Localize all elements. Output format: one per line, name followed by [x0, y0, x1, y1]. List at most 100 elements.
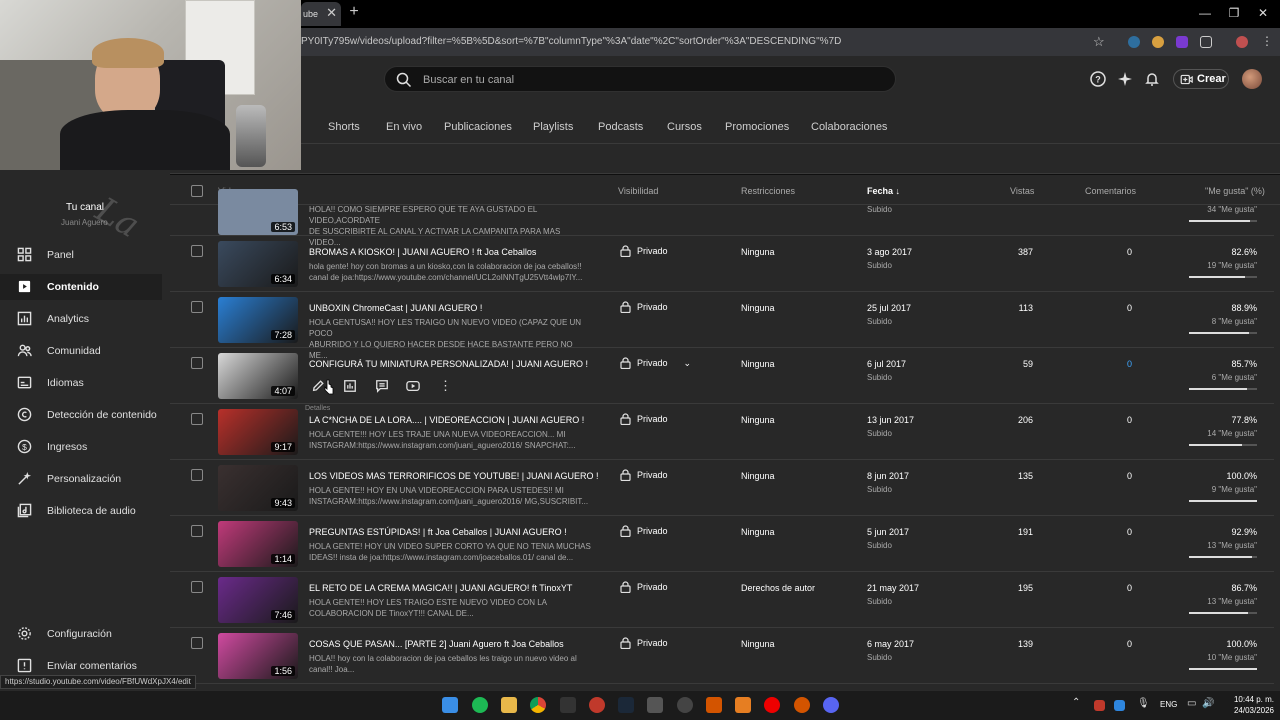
tab-promotions[interactable]: Promociones	[725, 121, 789, 133]
account-avatar[interactable]	[1242, 69, 1262, 89]
column-date[interactable]: Fecha ↓	[867, 186, 900, 196]
url-text[interactable]: PY0ITy795w/videos/upload?filter=%5B%5D&s…	[301, 36, 841, 47]
row-checkbox[interactable]	[191, 357, 203, 369]
extension-icon[interactable]	[1128, 36, 1140, 48]
app-icon[interactable]	[560, 697, 576, 713]
volume-icon[interactable]: 🔊	[1202, 698, 1214, 709]
file-explorer-icon[interactable]	[501, 697, 517, 713]
table-row[interactable]: 6:34 BROMAS A KIOSKO! | JUANI AGUERO ! ft…	[170, 236, 1274, 292]
sidebar-item-panel[interactable]: Panel	[0, 242, 162, 268]
sidebar-item-audio-library[interactable]: Biblioteca de audio	[0, 498, 162, 524]
start-button-icon[interactable]	[442, 697, 458, 713]
column-restrictions[interactable]: Restricciones	[741, 186, 795, 196]
close-window-icon[interactable]: ✕	[1256, 6, 1270, 20]
video-thumbnail[interactable]: 1:56	[218, 633, 298, 679]
tab-playlists[interactable]: Playlists	[533, 121, 573, 133]
video-thumbnail[interactable]: 6:53	[218, 189, 298, 235]
tab-close-icon[interactable]: ✕	[326, 5, 337, 21]
tray-chevron-icon[interactable]: ⌃	[1072, 697, 1080, 708]
sidebar-item-community[interactable]: Comunidad	[0, 338, 162, 364]
tab-live[interactable]: En vivo	[386, 121, 422, 133]
microphone-icon[interactable]: 🎙	[1137, 698, 1150, 709]
steam-icon[interactable]	[618, 697, 634, 713]
video-title[interactable]: PREGUNTAS ESTÚPIDAS! | ft Joa Ceballos |…	[309, 527, 567, 537]
row-checkbox[interactable]	[191, 637, 203, 649]
select-all-checkbox[interactable]	[191, 185, 203, 197]
tray-icon[interactable]	[1114, 700, 1125, 711]
tab-courses[interactable]: Cursos	[667, 121, 702, 133]
app-icon[interactable]	[647, 697, 663, 713]
taskbar-clock[interactable]: 10:44 p. m. 24/03/2026	[1218, 694, 1274, 716]
extensions-puzzle-icon[interactable]	[1200, 36, 1212, 48]
row-checkbox[interactable]	[191, 413, 203, 425]
app-icon[interactable]	[735, 697, 751, 713]
sidebar-item-content[interactable]: Contenido	[0, 274, 162, 300]
row-checkbox[interactable]	[191, 525, 203, 537]
chrome-icon[interactable]	[530, 697, 546, 713]
visibility-cell[interactable]: Privado	[620, 525, 668, 537]
table-row[interactable]: 7:28 UNBOXIN ChromeCast | JUANI AGUERO ! H…	[170, 292, 1274, 360]
video-thumbnail[interactable]: 7:28	[218, 297, 298, 343]
table-row[interactable]: 1:56 COSAS QUE PASAN... [PARTE 2] Juani A…	[170, 628, 1274, 684]
video-thumbnail[interactable]: 1:14	[218, 521, 298, 567]
column-comments[interactable]: Comentarios	[1085, 186, 1136, 196]
video-title[interactable]: CONFIGURÁ TU MINIATURA PERSONALIZADA! | …	[309, 359, 588, 369]
visibility-cell[interactable]: Privado	[620, 637, 668, 649]
help-icon[interactable]: ?	[1090, 71, 1106, 87]
video-title[interactable]: EL RETO DE LA CREMA MAGICA!! | JUANI AGU…	[309, 583, 572, 593]
sidebar-item-settings[interactable]: Configuración	[0, 621, 162, 647]
browser-tab[interactable]: ube ✕	[301, 2, 341, 26]
video-thumbnail[interactable]: 6:34	[218, 241, 298, 287]
video-thumbnail[interactable]: 9:17	[218, 409, 298, 455]
column-likes[interactable]: "Me gusta" (%)	[1205, 186, 1265, 196]
restore-icon[interactable]: ❐	[1227, 6, 1241, 20]
row-checkbox[interactable]	[191, 245, 203, 257]
visibility-cell[interactable]: Privado	[620, 469, 668, 481]
tab-collaborations[interactable]: Colaboraciones	[811, 121, 887, 133]
comments-icon[interactable]	[375, 379, 389, 393]
create-button[interactable]: Crear	[1173, 69, 1229, 89]
tab-posts[interactable]: Publicaciones	[444, 121, 512, 133]
tray-icon[interactable]	[1094, 700, 1105, 711]
visibility-cell[interactable]: Privado	[620, 413, 668, 425]
visibility-dropdown-chevron-icon[interactable]: ⌄	[684, 358, 692, 369]
extension-icon[interactable]	[1152, 36, 1164, 48]
language-indicator[interactable]: ENG	[1160, 700, 1177, 709]
video-title[interactable]: LA C*NCHA DE LA LORA.... | VIDEOREACCION…	[309, 415, 584, 425]
table-row[interactable]: 7:46 EL RETO DE LA CREMA MAGICA!! | JUANI…	[170, 572, 1274, 628]
filter-bar[interactable]	[170, 144, 1280, 174]
video-title[interactable]: LOS VIDEOS MAS TERRORIFICOS DE YOUTUBE! …	[309, 471, 599, 481]
column-views[interactable]: Vistas	[1010, 186, 1034, 196]
table-row[interactable]: 6:53 HOLA!! COMO SIEMPRE ESPERO QUE TE A…	[170, 189, 1274, 247]
visibility-cell[interactable]: Privado	[620, 301, 668, 313]
notifications-bell-icon[interactable]	[1144, 71, 1160, 87]
video-thumbnail[interactable]: 9:43	[218, 465, 298, 511]
row-checkbox[interactable]	[191, 301, 203, 313]
analytics-icon[interactable]	[343, 379, 357, 393]
youtube-view-icon[interactable]	[406, 379, 420, 393]
visibility-cell[interactable]: Privado	[620, 245, 668, 257]
video-thumbnail[interactable]: 7:46	[218, 577, 298, 623]
profile-icon[interactable]	[1236, 36, 1248, 48]
sidebar-item-content-detection[interactable]: Detección de contenido	[0, 402, 162, 428]
extension-icon[interactable]	[1176, 36, 1188, 48]
table-row[interactable]: 9:43 LOS VIDEOS MAS TERRORIFICOS DE YOUTU…	[170, 460, 1274, 516]
sidebar-item-analytics[interactable]: Analytics	[0, 306, 162, 332]
minimize-icon[interactable]: —	[1198, 6, 1212, 20]
obs-icon[interactable]	[677, 697, 693, 713]
youtube-app-icon[interactable]	[764, 697, 780, 713]
channel-search-input[interactable]: Buscar en tu canal	[384, 66, 896, 92]
bookmark-star-icon[interactable]: ☆	[1093, 34, 1105, 50]
row-checkbox[interactable]	[191, 581, 203, 593]
video-title[interactable]: BROMAS A KIOSKO! | JUANI AGUERO ! ft Joa…	[309, 247, 536, 257]
more-options-icon[interactable]: ⋮	[439, 378, 452, 394]
table-row[interactable]: 1:14 PREGUNTAS ESTÚPIDAS! | ft Joa Ceball…	[170, 516, 1274, 572]
new-tab-button[interactable]: +	[346, 4, 362, 20]
app-icon[interactable]	[589, 697, 605, 713]
video-title[interactable]: COSAS QUE PASAN... [PARTE 2] Juani Aguer…	[309, 639, 564, 649]
visibility-cell[interactable]: Privado	[620, 581, 668, 593]
comments-count[interactable]: 0	[1092, 359, 1132, 369]
browser-menu-icon[interactable]: ⋮	[1261, 34, 1273, 48]
sidebar-item-earn[interactable]: $ Ingresos	[0, 434, 162, 460]
spotify-icon[interactable]	[472, 697, 488, 713]
